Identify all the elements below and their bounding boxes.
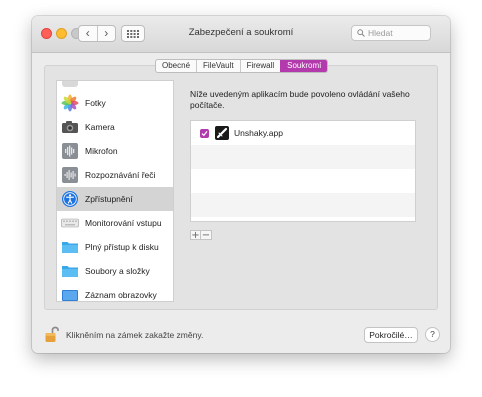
- sidebar-item-camera[interactable]: Kamera: [57, 115, 173, 139]
- sidebar-item-label: Soubory a složky: [85, 266, 150, 276]
- sidebar-item-screen-recording[interactable]: Záznam obrazovky: [57, 283, 173, 301]
- sidebar-item-label: Fotky: [85, 98, 106, 108]
- remove-button[interactable]: −: [201, 230, 212, 241]
- sidebar-item-label: Plný přístup k disku: [85, 242, 159, 252]
- unlocked-padlock-icon: [45, 326, 59, 342]
- preferences-window: ‹ › Zabezpečení a soukromí Obecné FileVa: [32, 16, 450, 353]
- app-checkbox[interactable]: [200, 128, 209, 138]
- sidebar-item-input-monitoring[interactable]: Monitorování vstupu: [57, 211, 173, 235]
- camera-icon: [61, 118, 79, 136]
- help-button[interactable]: ?: [425, 327, 440, 342]
- sidebar-item-label: Monitorování vstupu: [85, 218, 162, 228]
- tab-filevault[interactable]: FileVault: [196, 60, 240, 72]
- lock-description: Klikněním na zámek zakažte změny.: [66, 330, 204, 340]
- checkmark-icon: [201, 130, 208, 136]
- tab-firewall[interactable]: Firewall: [239, 60, 281, 72]
- sidebar-item-files-and-folders[interactable]: Soubory a složky: [57, 259, 173, 283]
- lock-button[interactable]: [45, 325, 59, 348]
- table-row: [191, 169, 415, 193]
- unshaky-app-icon: [215, 126, 229, 140]
- search-icon: [357, 29, 365, 37]
- advanced-button[interactable]: Pokročilé…: [364, 327, 418, 343]
- add-button[interactable]: +: [190, 230, 201, 241]
- tab-privacy[interactable]: Soukromí: [280, 60, 328, 72]
- search-field[interactable]: [351, 25, 431, 41]
- tab-bar: Obecné FileVault Firewall Soukromí: [155, 59, 329, 73]
- folder-icon: [61, 262, 79, 280]
- table-row: [191, 145, 415, 169]
- microphone-icon: [61, 142, 79, 160]
- sidebar-item-full-disk-access[interactable]: Plný přístup k disku: [57, 235, 173, 259]
- sidebar-item-partial: [57, 81, 173, 91]
- sidebar-item-photos[interactable]: Fotky: [57, 91, 173, 115]
- app-list[interactable]: Unshaky.app: [190, 120, 416, 222]
- list-item[interactable]: Unshaky.app: [191, 121, 415, 145]
- screen-recording-icon: [61, 286, 79, 301]
- sidebar-item-speech-recognition[interactable]: Rozpoznávání řeči: [57, 163, 173, 187]
- tab-general[interactable]: Obecné: [156, 60, 196, 72]
- keyboard-icon: [61, 214, 79, 232]
- accessibility-icon: [61, 190, 79, 208]
- permission-description: Níže uvedeným aplikacím bude povoleno ov…: [190, 89, 410, 110]
- title-bar: ‹ › Zabezpečení a soukromí: [32, 16, 450, 53]
- sidebar-item-label: Kamera: [85, 122, 115, 132]
- add-remove-controls: + −: [190, 230, 212, 241]
- sidebar-item-label: Rozpoznávání řeči: [85, 170, 156, 180]
- sidebar-item-accessibility[interactable]: Zpřístupnění: [57, 187, 173, 211]
- privacy-category-list[interactable]: Fotky Kamera Mikrofon Rozpoznávání řeči …: [56, 80, 174, 302]
- folder-icon: [61, 238, 79, 256]
- table-row: [191, 217, 415, 221]
- sidebar-item-label: Mikrofon: [85, 146, 118, 156]
- sidebar-item-label: Zpřístupnění: [85, 194, 133, 204]
- sidebar-item-microphone[interactable]: Mikrofon: [57, 139, 173, 163]
- app-name: Unshaky.app: [234, 128, 283, 138]
- sidebar-item-label: Záznam obrazovky: [85, 290, 157, 300]
- location-icon: [61, 81, 79, 88]
- photos-icon: [61, 94, 79, 112]
- speech-recognition-icon: [61, 166, 79, 184]
- table-row: [191, 193, 415, 217]
- search-input[interactable]: [368, 27, 428, 39]
